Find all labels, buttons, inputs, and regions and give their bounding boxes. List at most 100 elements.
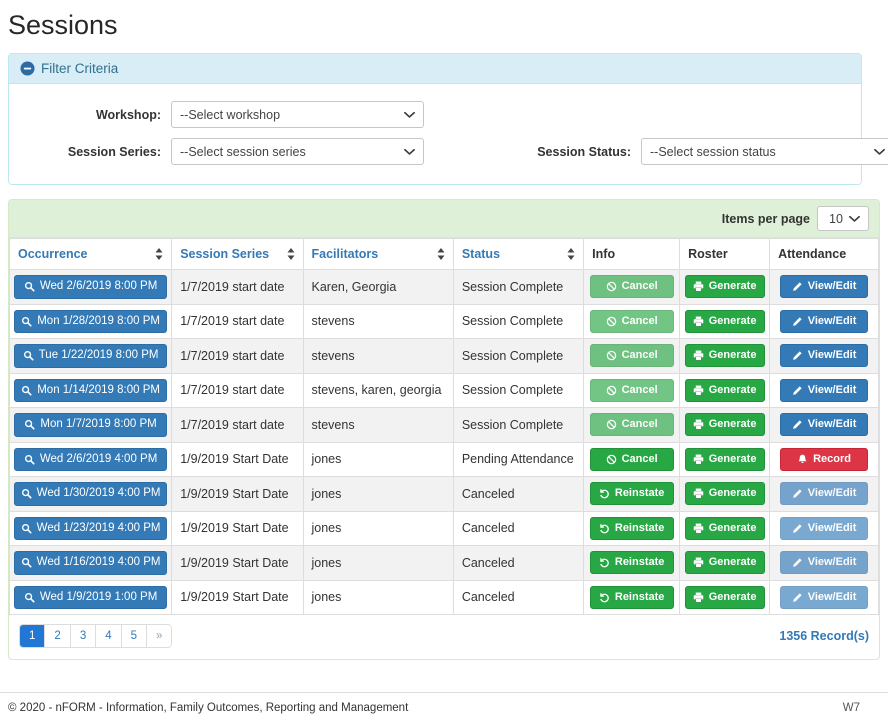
status-cell: Canceled bbox=[453, 477, 583, 512]
info-button[interactable]: Reinstate bbox=[590, 517, 674, 540]
filter-panel-header[interactable]: Filter Criteria bbox=[9, 54, 861, 84]
page-link[interactable]: 2 bbox=[45, 625, 69, 647]
printer-icon bbox=[693, 350, 704, 361]
attendance-button-label: View/Edit bbox=[808, 350, 857, 361]
info-button[interactable]: Cancel bbox=[590, 448, 674, 471]
info-button[interactable]: Cancel bbox=[590, 310, 674, 333]
attendance-button[interactable]: View/Edit bbox=[780, 310, 868, 333]
session-series-cell: 1/9/2019 Start Date bbox=[172, 442, 303, 477]
occurrence-button[interactable]: Wed 2/6/2019 8:00 PM bbox=[14, 275, 167, 299]
status-cell: Session Complete bbox=[453, 373, 583, 408]
column-header-status[interactable]: Status bbox=[453, 239, 583, 270]
attendance-button-label: Record bbox=[813, 454, 851, 465]
occurrence-label: Wed 2/6/2019 8:00 PM bbox=[40, 281, 157, 293]
attendance-button-label: View/Edit bbox=[808, 557, 857, 568]
attendance-button[interactable]: View/Edit bbox=[780, 517, 868, 540]
roster-button[interactable]: Generate bbox=[685, 413, 765, 436]
info-button[interactable]: Reinstate bbox=[590, 551, 674, 574]
items-per-page-select[interactable]: 10 bbox=[817, 206, 869, 231]
column-header-facilitators[interactable]: Facilitators bbox=[303, 239, 453, 270]
info-button-label: Reinstate bbox=[615, 488, 665, 499]
items-per-page-label: Items per page bbox=[722, 212, 810, 226]
session-series-select[interactable]: --Select session series bbox=[171, 138, 424, 165]
table-row: Wed 1/23/2019 4:00 PM 1/9/2019 Start Dat… bbox=[10, 511, 879, 546]
roster-button-label: Generate bbox=[709, 557, 757, 568]
roster-button-label: Generate bbox=[709, 454, 757, 465]
roster-button[interactable]: Generate bbox=[685, 586, 765, 609]
attendance-button[interactable]: View/Edit bbox=[780, 379, 868, 402]
status-cell: Canceled bbox=[453, 546, 583, 581]
search-icon bbox=[21, 557, 32, 568]
session-series-cell: 1/7/2019 start date bbox=[172, 304, 303, 339]
printer-icon bbox=[693, 281, 704, 292]
workshop-select[interactable]: --Select workshop bbox=[171, 101, 424, 128]
attendance-button[interactable]: View/Edit bbox=[780, 586, 868, 609]
roster-button-label: Generate bbox=[709, 350, 757, 361]
table-row: Wed 1/16/2019 4:00 PM 1/9/2019 Start Dat… bbox=[10, 546, 879, 581]
info-button[interactable]: Reinstate bbox=[590, 586, 674, 609]
page-next-link[interactable]: » bbox=[147, 625, 171, 647]
occurrence-button[interactable]: Wed 1/23/2019 4:00 PM bbox=[14, 517, 167, 541]
info-button[interactable]: Cancel bbox=[590, 344, 674, 367]
attendance-button[interactable]: View/Edit bbox=[780, 551, 868, 574]
occurrence-button[interactable]: Wed 2/6/2019 4:00 PM bbox=[14, 448, 167, 472]
occurrence-button[interactable]: Mon 1/28/2019 8:00 PM bbox=[14, 310, 167, 334]
page-link[interactable]: 3 bbox=[71, 625, 95, 647]
sort-icon bbox=[567, 248, 575, 260]
roster-button[interactable]: Generate bbox=[685, 517, 765, 540]
attendance-button[interactable]: View/Edit bbox=[780, 413, 868, 436]
info-button[interactable]: Reinstate bbox=[590, 482, 674, 505]
pagination: 1 2 3 4 5 » bbox=[19, 624, 172, 648]
search-icon bbox=[21, 316, 32, 327]
roster-button[interactable]: Generate bbox=[685, 379, 765, 402]
occurrence-button[interactable]: Wed 1/9/2019 1:00 PM bbox=[14, 586, 167, 610]
session-series-cell: 1/7/2019 start date bbox=[172, 408, 303, 443]
session-series-cell: 1/7/2019 start date bbox=[172, 270, 303, 305]
column-header-info: Info bbox=[584, 239, 680, 270]
roster-button[interactable]: Generate bbox=[685, 551, 765, 574]
attendance-button[interactable]: View/Edit bbox=[780, 275, 868, 298]
roster-button[interactable]: Generate bbox=[685, 344, 765, 367]
roster-button[interactable]: Generate bbox=[685, 275, 765, 298]
minus-circle-icon bbox=[20, 61, 35, 76]
printer-icon bbox=[693, 523, 704, 534]
occurrence-button[interactable]: Mon 1/14/2019 8:00 PM bbox=[14, 379, 167, 403]
attendance-button[interactable]: View/Edit bbox=[780, 344, 868, 367]
printer-icon bbox=[693, 419, 704, 430]
info-button[interactable]: Cancel bbox=[590, 413, 674, 436]
search-icon bbox=[21, 385, 32, 396]
info-button[interactable]: Cancel bbox=[590, 275, 674, 298]
occurrence-button[interactable]: Wed 1/30/2019 4:00 PM bbox=[14, 482, 167, 506]
search-icon bbox=[23, 350, 34, 361]
attendance-button[interactable]: Record bbox=[780, 448, 868, 471]
column-header-session-series[interactable]: Session Series bbox=[172, 239, 303, 270]
occurrence-button[interactable]: Wed 1/16/2019 4:00 PM bbox=[14, 551, 167, 575]
copyright-text: © 2020 - nFORM - Information, Family Out… bbox=[8, 702, 408, 714]
undo-icon bbox=[599, 557, 610, 568]
roster-button[interactable]: Generate bbox=[685, 310, 765, 333]
info-button-label: Reinstate bbox=[615, 523, 665, 534]
occurrence-button[interactable]: Tue 1/22/2019 8:00 PM bbox=[14, 344, 167, 368]
attendance-button-label: View/Edit bbox=[808, 523, 857, 534]
occurrence-label: Wed 1/23/2019 4:00 PM bbox=[37, 523, 161, 535]
page-link[interactable]: 1 bbox=[20, 625, 44, 647]
printer-icon bbox=[693, 488, 704, 499]
roster-button[interactable]: Generate bbox=[685, 482, 765, 505]
undo-icon bbox=[599, 592, 610, 603]
ban-icon bbox=[606, 419, 617, 430]
search-icon bbox=[21, 523, 32, 534]
facilitators-cell: stevens, karen, georgia bbox=[303, 373, 453, 408]
roster-button[interactable]: Generate bbox=[685, 448, 765, 471]
attendance-button[interactable]: View/Edit bbox=[780, 482, 868, 505]
sort-icon bbox=[287, 248, 295, 260]
pencil-icon bbox=[792, 316, 803, 327]
session-status-label: Session Status: bbox=[486, 145, 641, 159]
page-link[interactable]: 5 bbox=[122, 625, 146, 647]
info-button[interactable]: Cancel bbox=[590, 379, 674, 402]
column-header-occurrence[interactable]: Occurrence bbox=[10, 239, 172, 270]
page-link[interactable]: 4 bbox=[96, 625, 120, 647]
filter-panel-title: Filter Criteria bbox=[41, 61, 118, 76]
session-status-select[interactable]: --Select session status bbox=[641, 138, 888, 165]
search-icon bbox=[24, 592, 35, 603]
occurrence-button[interactable]: Mon 1/7/2019 8:00 PM bbox=[14, 413, 167, 437]
